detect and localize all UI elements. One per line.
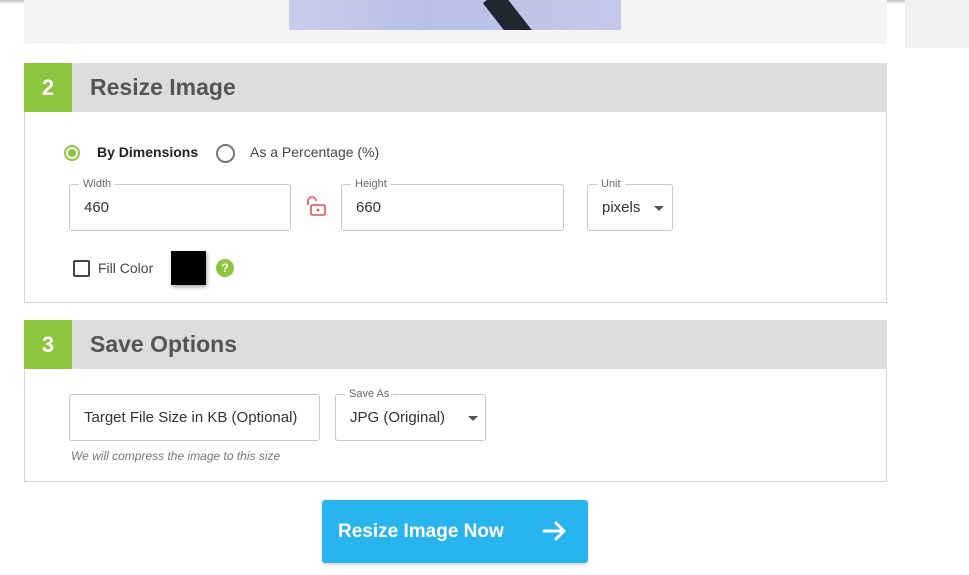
- arrow-right-icon: [542, 521, 566, 541]
- chevron-down-icon: [468, 416, 478, 421]
- width-value: 460: [84, 199, 110, 216]
- chevron-down-icon: [654, 206, 664, 211]
- by-dimensions-label[interactable]: By Dimensions: [97, 144, 198, 160]
- target-file-size-input[interactable]: Target File Size in KB (Optional): [69, 394, 320, 441]
- section-title: Save Options: [90, 331, 237, 357]
- fill-color-label[interactable]: Fill Color: [98, 260, 153, 276]
- by-dimensions-radio[interactable]: [64, 145, 80, 161]
- height-input[interactable]: Height 660: [341, 177, 564, 231]
- unit-value: pixels: [602, 199, 641, 216]
- image-preview-panel: [24, 0, 887, 44]
- section-title: Resize Image: [90, 74, 236, 100]
- resize-button-label: Resize Image Now: [338, 521, 504, 542]
- unit-select[interactable]: Unit pixels: [587, 177, 673, 231]
- section-header: 2 Resize Image: [24, 63, 887, 112]
- save-options-section: 3 Save Options Target File Size in KB (O…: [24, 320, 887, 482]
- height-value: 660: [356, 199, 382, 216]
- help-icon[interactable]: ?: [216, 259, 234, 277]
- step-number: 2: [24, 63, 72, 112]
- fill-color-checkbox[interactable]: [73, 260, 90, 277]
- save-as-select[interactable]: Save As JPG (Original): [335, 387, 486, 441]
- image-preview: [289, 0, 621, 30]
- resize-image-section: 2 Resize Image By Dimensions As a Percen…: [24, 63, 887, 303]
- save-as-value: JPG (Original): [350, 409, 446, 426]
- target-file-size-placeholder: Target File Size in KB (Optional): [84, 409, 298, 426]
- aspect-lock-icon[interactable]: [304, 195, 328, 217]
- fill-color-swatch[interactable]: [171, 251, 206, 285]
- width-input[interactable]: Width 460: [69, 177, 291, 231]
- target-size-hint: We will compress the image to this size: [71, 449, 281, 463]
- section-header: 3 Save Options: [24, 320, 887, 369]
- as-percentage-radio[interactable]: [216, 144, 235, 163]
- resize-image-now-button[interactable]: Resize Image Now: [322, 500, 588, 563]
- step-number: 3: [24, 320, 72, 369]
- side-panel: [905, 0, 969, 48]
- as-percentage-label[interactable]: As a Percentage (%): [250, 144, 379, 160]
- image-preview-detail: [482, 0, 538, 30]
